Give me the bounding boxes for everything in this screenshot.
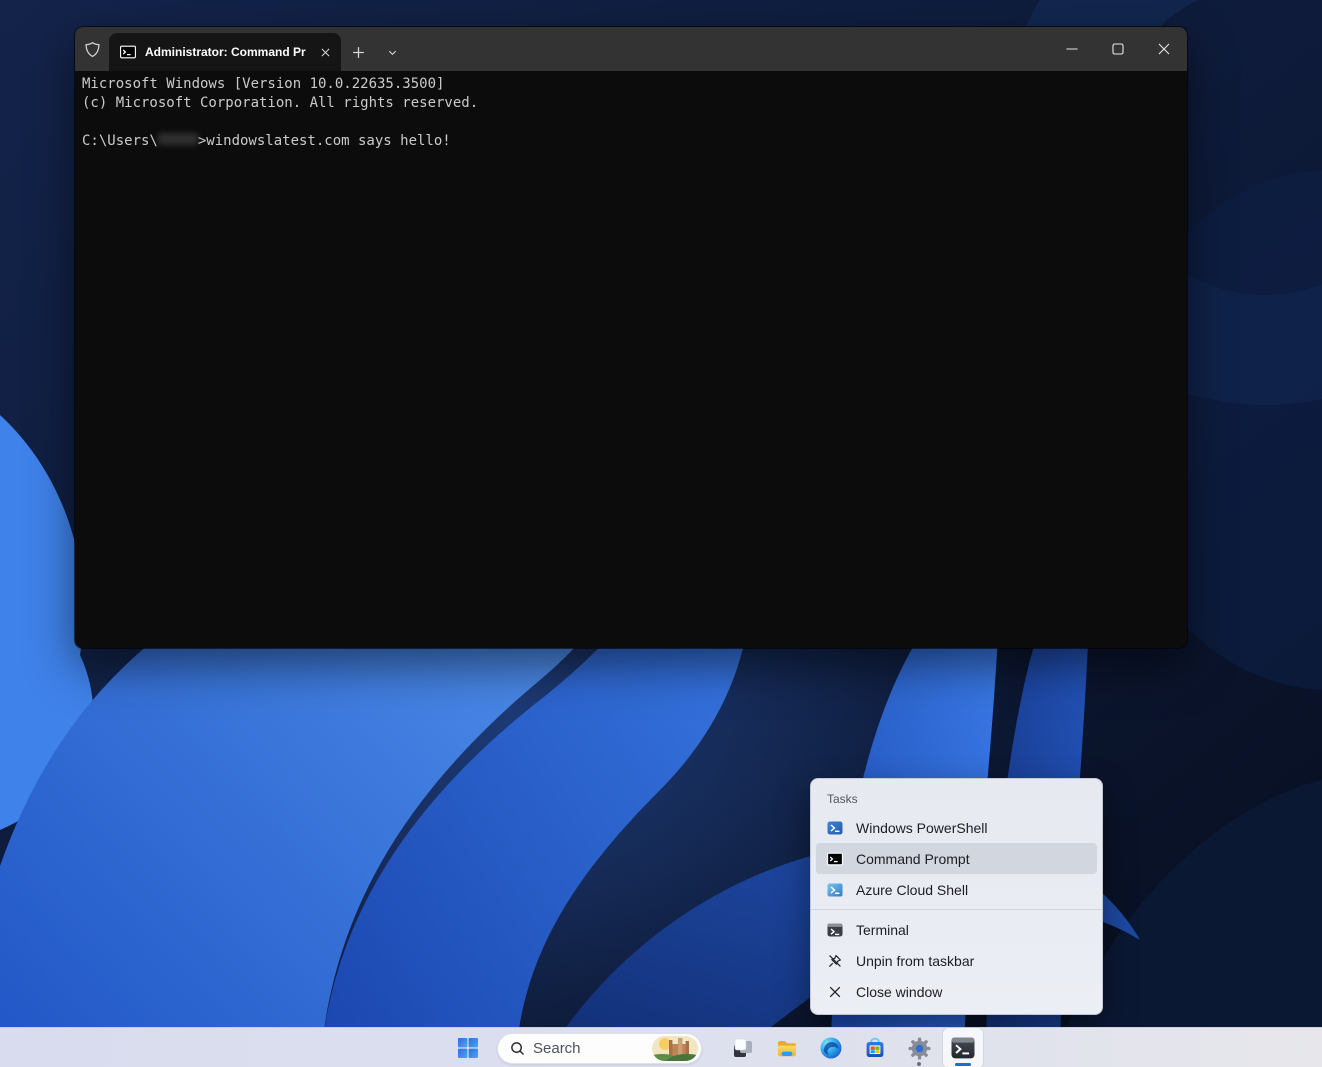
jump-list-item-label: Windows PowerShell [856, 820, 988, 836]
microsoft-store-icon [863, 1036, 887, 1060]
redacted-username [158, 133, 198, 145]
terminal-output[interactable]: Microsoft Windows [Version 10.0.22635.35… [75, 71, 1187, 648]
window-controls [1049, 27, 1187, 71]
tab-command-prompt[interactable]: Administrator: Command Pro [109, 33, 341, 71]
edge-icon [819, 1036, 843, 1060]
jump-list-header: Tasks [811, 783, 1102, 812]
maximize-button[interactable] [1095, 27, 1141, 71]
file-explorer-icon [775, 1036, 799, 1060]
taskbar-items [448, 1028, 983, 1067]
powershell-icon [827, 820, 843, 836]
jump-list-item-azure-cloud-shell[interactable]: Azure Cloud Shell [816, 874, 1097, 905]
azure-cloud-shell-icon [827, 882, 843, 898]
unpin-icon [827, 953, 843, 969]
jump-list-separator [811, 909, 1102, 910]
tab-dropdown-button[interactable] [375, 33, 409, 71]
taskbar [0, 1027, 1322, 1067]
close-window-icon [827, 984, 843, 1000]
admin-shield-icon [75, 27, 109, 71]
task-view-icon [731, 1036, 755, 1060]
microsoft-store-button[interactable] [855, 1028, 895, 1067]
jump-list-item-windows-powershell[interactable]: Windows PowerShell [816, 812, 1097, 843]
search-input[interactable] [533, 1040, 644, 1057]
jump-list-item-label: Azure Cloud Shell [856, 882, 968, 898]
window-titlebar[interactable]: Administrator: Command Pro [75, 27, 1187, 71]
prompt-command-text: >windowslatest.com says hello! [198, 133, 451, 149]
close-button[interactable] [1141, 27, 1187, 71]
jump-list-item-label: Unpin from taskbar [856, 953, 974, 969]
cmd-tab-icon [120, 44, 136, 60]
terminal-line-version: Microsoft Windows [Version 10.0.22635.35… [82, 75, 1180, 94]
edge-button[interactable] [811, 1028, 851, 1067]
jump-list-item-label: Close window [856, 984, 942, 1000]
jump-list-item-command-prompt[interactable]: Command Prompt [816, 843, 1097, 874]
settings-gear-icon [907, 1036, 932, 1061]
jump-list-item-label: Command Prompt [856, 851, 970, 867]
terminal-taskbar-button[interactable] [943, 1028, 983, 1067]
search-icon [510, 1041, 525, 1056]
terminal-line-copyright: (c) Microsoft Corporation. All rights re… [82, 94, 1180, 113]
jump-list-item-unpin[interactable]: Unpin from taskbar [816, 945, 1097, 976]
tab-title: Administrator: Command Pro [145, 45, 306, 59]
terminal-blank-line [82, 113, 1180, 132]
command-prompt-icon [827, 851, 843, 867]
jump-list-item-close-window[interactable]: Close window [816, 976, 1097, 1007]
jump-list-item-terminal[interactable]: Terminal [816, 914, 1097, 945]
settings-button[interactable] [899, 1028, 939, 1067]
desktop: { "window": { "tab": { "title": "Adminis… [0, 0, 1322, 1067]
jump-list-item-label: Terminal [856, 922, 909, 938]
terminal-prompt-line: C:\Users\ >windowslatest.com says hello! [82, 132, 1180, 151]
terminal-icon [827, 922, 843, 938]
start-button[interactable] [448, 1028, 488, 1067]
prompt-path-prefix: C:\Users\ [82, 133, 158, 149]
new-tab-button[interactable] [341, 33, 375, 71]
settings-running-indicator [917, 1062, 921, 1066]
taskbar-jump-list: Tasks Windows PowerShell Command Prompt [810, 778, 1103, 1015]
tab-close-icon[interactable] [315, 42, 335, 62]
taskbar-search[interactable] [497, 1033, 702, 1064]
search-daily-image[interactable] [652, 1036, 698, 1061]
file-explorer-button[interactable] [767, 1028, 807, 1067]
minimize-button[interactable] [1049, 27, 1095, 71]
terminal-taskbar-icon [950, 1035, 976, 1061]
task-view-button[interactable] [723, 1028, 763, 1067]
terminal-active-indicator [955, 1063, 971, 1066]
terminal-window: Administrator: Command Pro Microsoft Win… [75, 27, 1187, 648]
